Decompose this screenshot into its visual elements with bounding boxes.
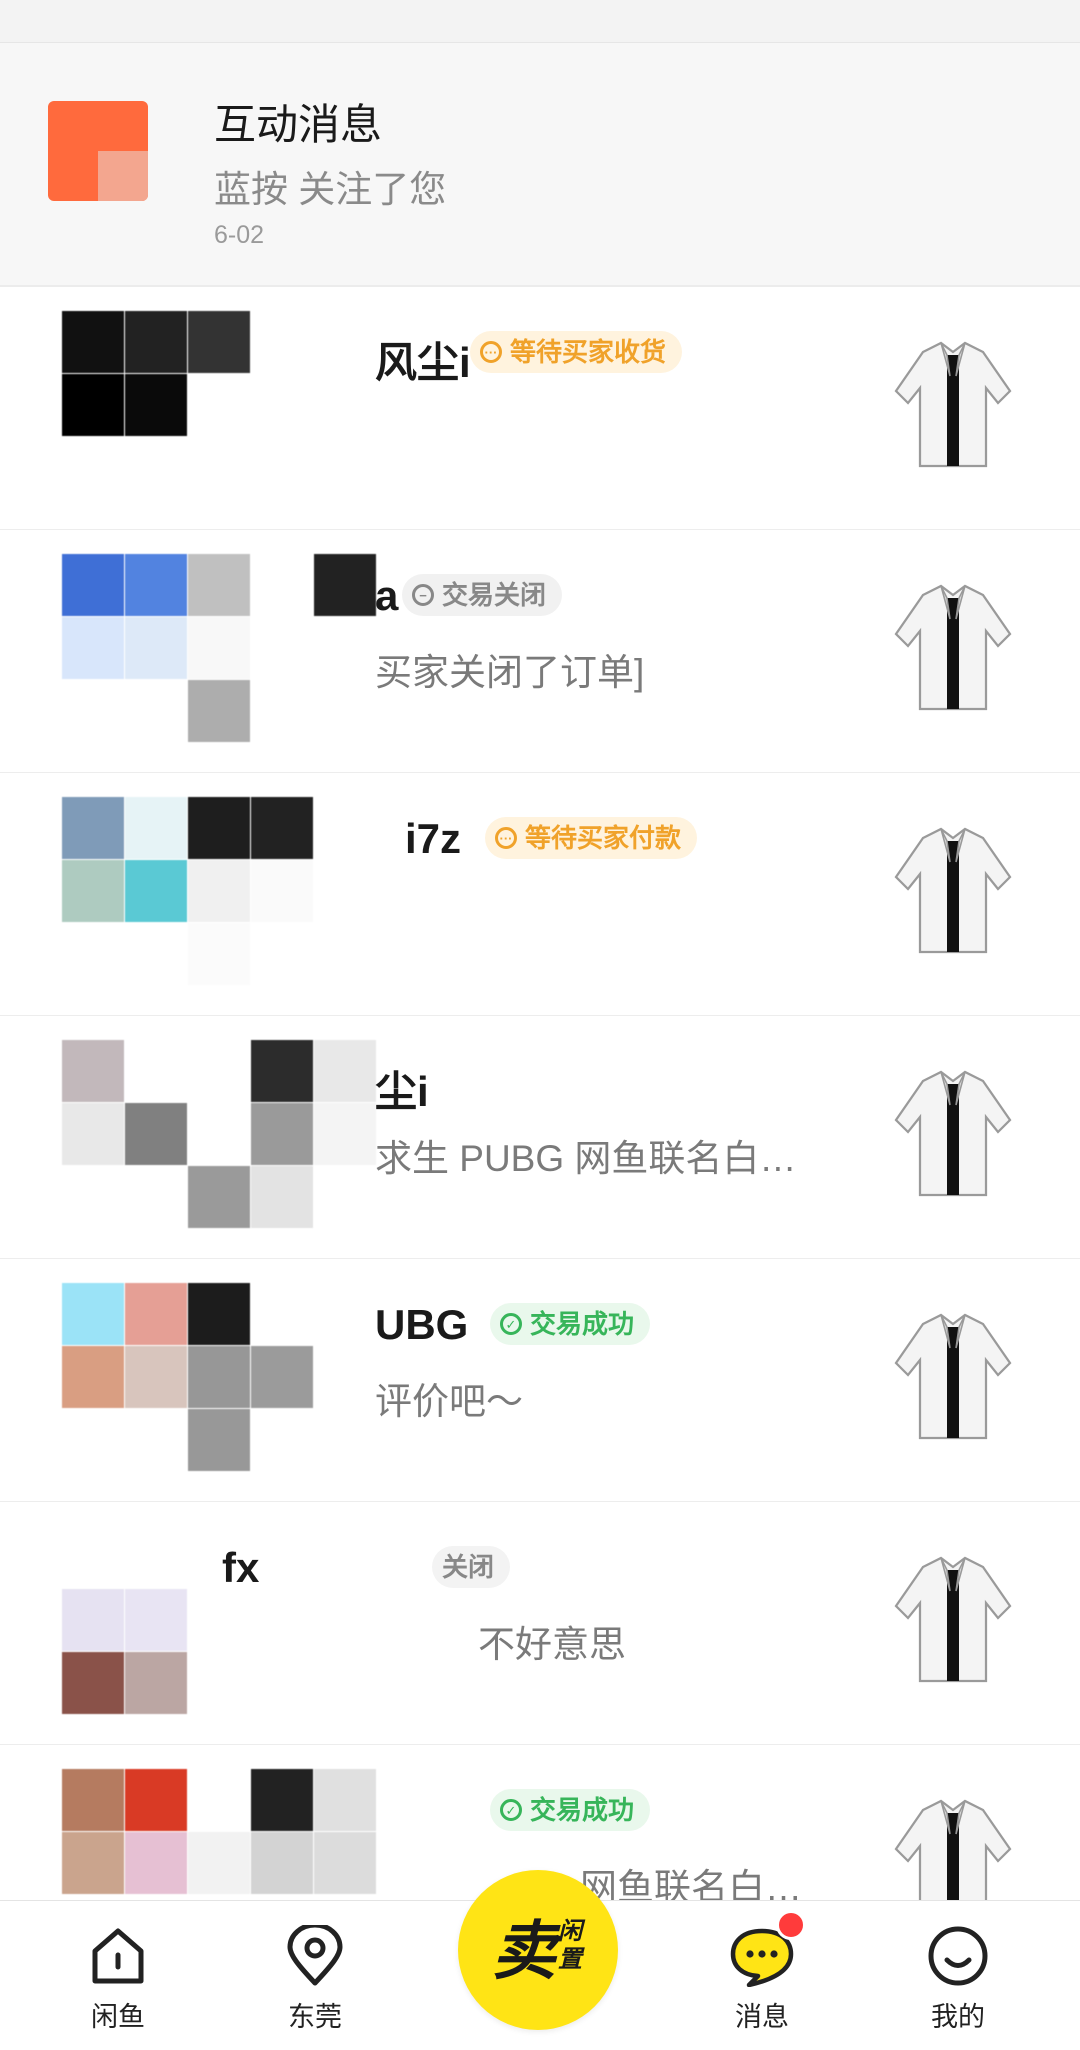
contact-name: i7z xyxy=(405,815,462,862)
more-dots-icon: ··· xyxy=(480,341,502,363)
message-list: 互动消息 蓝按 关注了您 6-02 风尘i ··· 等待买家收货 a − 交易关闭 xyxy=(0,43,1080,1988)
location-pin-icon xyxy=(287,1925,343,1986)
jacket-thumbnail xyxy=(894,827,1012,954)
tab-mine-label: 我的 xyxy=(931,2002,985,2032)
sell-button[interactable]: 卖 闲置 xyxy=(458,1870,618,2030)
sell-label: 卖 xyxy=(492,1915,556,1987)
status-area xyxy=(0,0,1080,43)
tab-mine[interactable]: 我的 xyxy=(898,1925,1018,2034)
status-badge: ✓ 交易成功 xyxy=(490,1303,651,1345)
last-message: 买家关闭了订单] xyxy=(375,652,645,693)
blurred-avatar xyxy=(62,1283,376,1473)
contact-name: UBG xyxy=(375,1301,469,1348)
blurred-avatar xyxy=(62,554,376,744)
last-message: 评价吧～ xyxy=(375,1381,523,1422)
tab-nearby-label: 东莞 xyxy=(288,2002,342,2032)
smiley-face-icon xyxy=(928,1926,988,1986)
blurred-avatar xyxy=(62,1526,376,1716)
tab-messages[interactable]: 消息 xyxy=(702,1925,822,2034)
conversation-row[interactable]: i7z ··· 等待买家付款 xyxy=(0,773,1080,1016)
conversation-row[interactable]: 尘i 求生 PUBG 网鱼联名白… xyxy=(0,1016,1080,1259)
conversation-row[interactable]: fx 关闭 不好意思 xyxy=(0,1502,1080,1745)
status-badge: 关闭 xyxy=(432,1546,511,1588)
status-badge: ··· 等待买家付款 xyxy=(485,817,698,859)
idle-goods-label: 闲置 xyxy=(558,1918,582,1973)
conversation-row[interactable]: UBG ✓ 交易成功 评价吧～ xyxy=(0,1259,1080,1502)
check-circle-icon: ✓ xyxy=(500,1313,522,1335)
conversation-row[interactable]: 风尘i ··· 等待买家收货 xyxy=(0,287,1080,530)
interaction-title: 互动消息 xyxy=(214,101,383,148)
jacket-thumbnail xyxy=(894,584,1012,711)
last-message: 求生 PUBG 网鱼联名白… xyxy=(375,1138,797,1179)
tab-nearby[interactable]: 东莞 xyxy=(255,1925,375,2034)
interaction-row[interactable]: 互动消息 蓝按 关注了您 6-02 xyxy=(0,43,1080,287)
tab-home[interactable]: 闲鱼 xyxy=(58,1925,178,2034)
conversation-row[interactable]: a − 交易关闭 买家关闭了订单] xyxy=(0,530,1080,773)
tab-home-label: 闲鱼 xyxy=(91,2002,145,2032)
notification-dot xyxy=(776,1910,806,1940)
contact-name: 风尘i xyxy=(375,339,471,386)
contact-name: a xyxy=(375,572,399,619)
contact-name: fx xyxy=(222,1544,260,1591)
status-badge: ··· 等待买家收货 xyxy=(470,331,683,373)
minus-circle-icon: − xyxy=(412,584,434,606)
status-badge: − 交易关闭 xyxy=(402,574,563,616)
blurred-avatar xyxy=(62,797,376,987)
jacket-thumbnail xyxy=(894,1070,1012,1197)
interaction-avatar xyxy=(48,101,148,201)
blurred-avatar xyxy=(62,311,376,501)
blurred-avatar xyxy=(62,1040,376,1230)
jacket-thumbnail xyxy=(894,341,1012,468)
check-circle-icon: ✓ xyxy=(500,1799,522,1821)
jacket-thumbnail xyxy=(894,1556,1012,1683)
status-badge: ✓ 交易成功 xyxy=(490,1789,651,1831)
contact-name: 尘i xyxy=(375,1068,429,1115)
tab-messages-label: 消息 xyxy=(735,2002,789,2032)
jacket-thumbnail xyxy=(894,1313,1012,1440)
interaction-time: 6-02 xyxy=(214,221,265,249)
home-icon xyxy=(92,1928,144,1984)
interaction-message: 蓝按 关注了您 xyxy=(214,169,447,210)
more-dots-icon: ··· xyxy=(495,827,517,849)
last-message: 不好意思 xyxy=(478,1624,626,1665)
